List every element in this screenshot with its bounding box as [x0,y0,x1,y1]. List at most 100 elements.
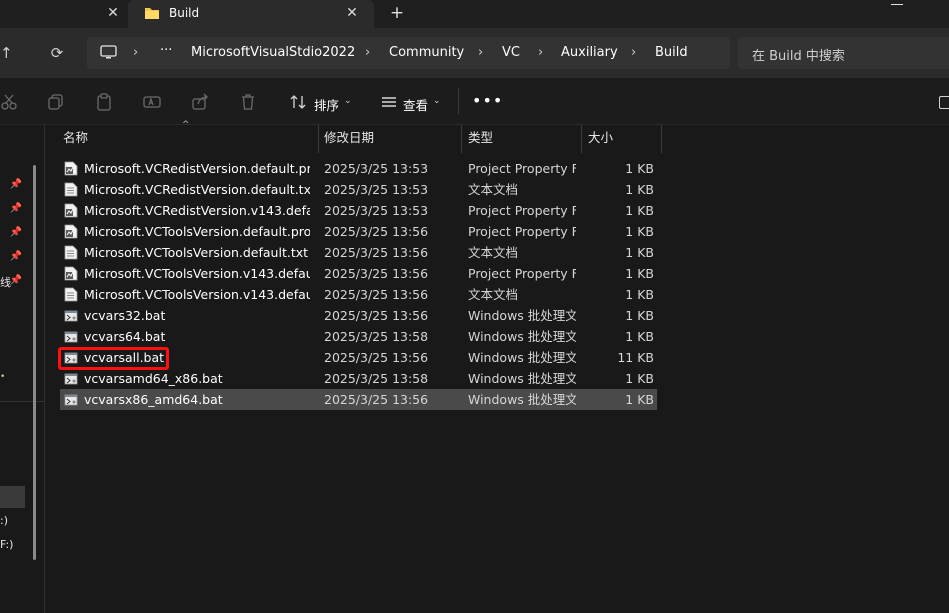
props-file-icon [64,161,78,176]
tab-title: Build [169,6,200,20]
file-name: Microsoft.VCRedistVersion.default.txt [84,182,310,197]
breadcrumb-separator: › [365,45,371,60]
nav-item-drive-c[interactable]: :) [0,514,8,527]
this-pc-icon [100,45,117,59]
column-divider[interactable] [461,125,462,153]
file-size: 1 KB [625,182,654,197]
file-row[interactable]: Microsoft.VCToolsVersion.default.props 20… [60,221,657,242]
folder-icon [145,8,159,19]
share-icon[interactable] [191,93,209,111]
nav-item-drive-f[interactable]: F:) [0,538,13,551]
breadcrumb-separator: › [133,45,139,60]
file-date-modified: 2025/3/25 13:56 [324,308,429,323]
column-header-size[interactable]: 大小 [588,128,613,150]
column-header-date[interactable]: 修改日期 [324,128,374,150]
file-size: 11 KB [617,350,654,365]
file-row[interactable]: vcvars64.bat 2025/3/25 13:58 Windows 批处理文件… [60,326,657,347]
nav-scrollbar[interactable] [33,165,36,560]
pin-icon[interactable]: 📌 [9,226,23,240]
tab-build[interactable] [128,0,374,28]
new-tab-button[interactable]: + [388,3,406,23]
breadcrumb-item-community[interactable]: Community [389,45,464,60]
breadcrumb-separator: › [478,45,484,60]
refresh-icon[interactable]: ⟳ [47,43,67,63]
file-date-modified: 2025/3/25 13:53 [324,161,429,176]
file-row[interactable]: Microsoft.VCToolsVersion.v143.default.tx… [60,284,657,305]
breadcrumb-separator: › [631,45,637,60]
bat-file-icon [64,308,78,323]
file-size: 1 KB [625,371,654,386]
file-name: vcvars64.bat [84,329,166,344]
file-type: 文本文档 [468,245,519,260]
copy-icon[interactable] [47,93,65,111]
pin-icon[interactable]: 📌 [9,178,23,192]
breadcrumb-item-vc[interactable]: VC [502,45,520,60]
file-row[interactable]: Microsoft.VCToolsVersion.default.txt 2025… [60,242,657,263]
column-header-name[interactable]: 名称 [63,128,88,150]
file-row[interactable]: vcvarsx86_amd64.bat 2025/3/25 13:56 Window… [60,389,657,410]
file-row[interactable]: Microsoft.VCRedistVersion.default.txt 202… [60,179,657,200]
up-icon[interactable]: ↑ [0,44,18,62]
props-file-icon [64,224,78,239]
column-header-type[interactable]: 类型 [468,128,493,150]
file-name: vcvarsx86_amd64.bat [84,392,223,407]
file-date-modified: 2025/3/25 13:53 [324,182,429,197]
delete-icon[interactable] [239,93,257,111]
column-divider[interactable] [661,125,662,153]
file-name: vcvarsamd64_x86.bat [84,371,223,386]
view-button[interactable]: 查看 [403,95,428,114]
file-row[interactable]: vcvarsamd64_x86.bat 2025/3/25 13:58 Window… [60,368,657,389]
pane-divider[interactable] [44,125,45,613]
file-row[interactable]: Microsoft.VCRedistVersion.v143.default.p… [60,200,657,221]
sort-button[interactable]: 排序 [314,95,339,114]
breadcrumb-item-msvs2022[interactable]: MicrosoftVisualStdio2022 [191,45,355,60]
view-icon[interactable] [381,94,397,110]
file-date-modified: 2025/3/25 13:56 [324,392,429,407]
file-row[interactable]: Microsoft.VCToolsVersion.v143.default.pr… [60,263,657,284]
file-size: 1 KB [625,308,654,323]
tab-close-icon[interactable]: ✕ [343,4,361,22]
sort-icon[interactable] [290,93,306,111]
file-date-modified: 2025/3/25 13:58 [324,371,429,386]
chevron-down-icon: ⌄ [344,96,352,106]
breadcrumb-item-auxiliary[interactable]: Auxiliary [561,45,618,60]
file-type: Project Property File [468,224,576,239]
file-name: Microsoft.VCToolsVersion.v143.default.tx… [84,287,310,302]
nav-divider [0,401,44,402]
column-divider[interactable] [581,125,582,153]
file-type: Windows 批处理文件 [468,392,576,407]
sort-ascending-icon: ^ [182,120,190,130]
file-date-modified: 2025/3/25 13:53 [324,203,429,218]
file-date-modified: 2025/3/25 13:56 [324,224,429,239]
file-size: 1 KB [625,392,654,407]
close-icon[interactable]: ✕ [104,4,122,22]
toolbar-divider [458,88,459,114]
breadcrumb-more[interactable]: ··· [160,43,172,58]
breadcrumb-item-build[interactable]: Build [655,45,688,60]
bat-file-icon [64,329,78,344]
minimize-icon[interactable] [888,0,906,10]
paste-icon[interactable] [95,93,113,111]
search-input[interactable]: 在 Build 中搜索 [752,45,845,64]
file-row[interactable]: vcvars32.bat 2025/3/25 13:56 Windows 批处理文件… [60,305,657,326]
nav-item-selected[interactable] [0,486,25,508]
pin-icon[interactable]: 📌 [9,202,23,216]
file-size: 1 KB [625,266,654,281]
file-row[interactable]: Microsoft.VCRedistVersion.default.props 2… [60,158,657,179]
file-name: Microsoft.VCToolsVersion.v143.default.pr… [84,266,310,281]
column-divider[interactable] [318,125,319,153]
file-date-modified: 2025/3/25 13:56 [324,245,429,260]
pin-icon[interactable]: 📌 [9,250,23,264]
file-type: Project Property File [468,161,576,176]
pin-icon[interactable]: 📌 [9,274,23,288]
details-pane-icon[interactable] [939,96,949,109]
cut-icon[interactable] [0,93,18,111]
rename-icon[interactable] [143,93,161,111]
file-type: Windows 批处理文件 [468,350,576,365]
more-options-button[interactable]: ••• [472,92,502,110]
file-size: 1 KB [625,161,654,176]
file-type: 文本文档 [468,287,519,302]
text-file-icon [64,245,78,260]
props-file-icon [64,266,78,281]
props-file-icon [64,203,78,218]
